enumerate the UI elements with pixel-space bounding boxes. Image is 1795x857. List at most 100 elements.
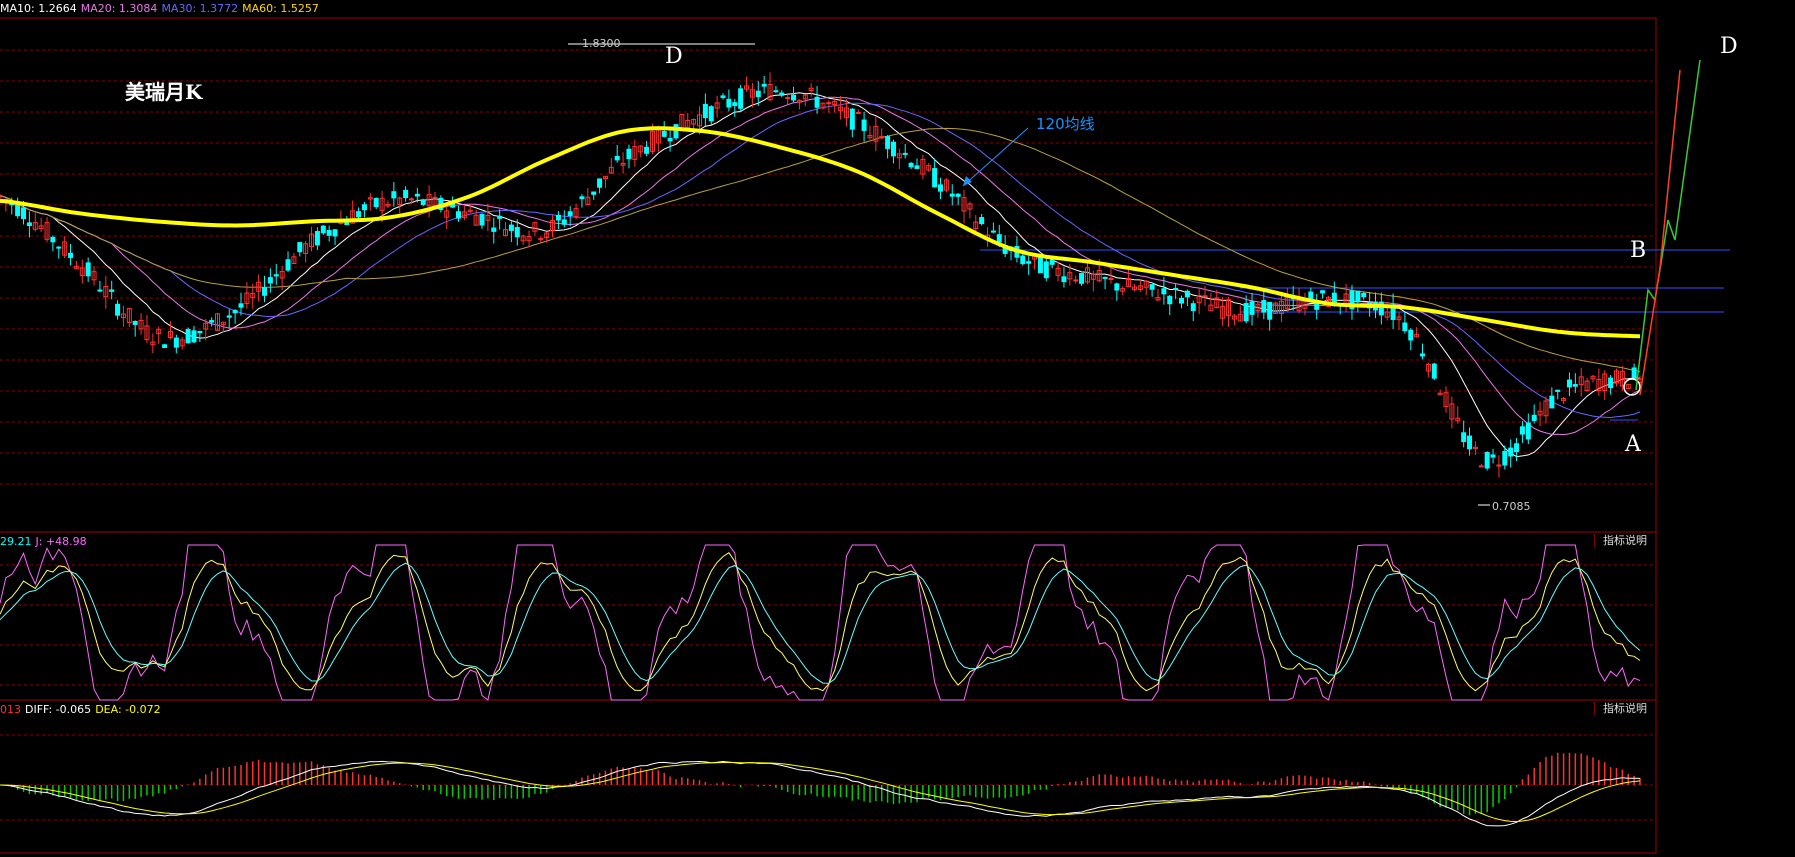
candle-body xyxy=(1420,353,1426,357)
candle-body xyxy=(1073,279,1079,282)
candle-body xyxy=(855,112,861,115)
candle-body xyxy=(567,211,573,217)
projection-red xyxy=(1639,69,1681,396)
candle-body xyxy=(1508,447,1514,457)
candle-body xyxy=(1202,295,1208,298)
grid xyxy=(0,17,1730,854)
candle-body xyxy=(1555,389,1561,392)
candle-body xyxy=(420,199,426,205)
candle-body xyxy=(1461,432,1467,443)
candle-body xyxy=(849,108,855,130)
candle-body xyxy=(1026,261,1032,264)
candle-body xyxy=(791,94,797,101)
annotation-d-right: D xyxy=(1720,34,1738,59)
candle-body xyxy=(938,184,944,192)
candle-body xyxy=(996,234,1002,243)
candle-body xyxy=(1361,292,1367,298)
candle-body xyxy=(1161,288,1167,295)
macd-legend-item-2: DEA: -0.072 xyxy=(95,703,161,716)
candle-body xyxy=(285,259,291,271)
candle-body xyxy=(314,231,320,246)
candle-body xyxy=(1261,300,1267,313)
candle-body xyxy=(97,289,103,292)
candle-body xyxy=(26,222,32,227)
candle-body xyxy=(173,337,179,348)
candle-body xyxy=(514,227,520,238)
candle-body xyxy=(1190,303,1196,311)
kdj-legend: 29.21 J: +48.98 xyxy=(0,535,91,548)
ma-legend-item-3: MA60: 1.5257 xyxy=(242,2,319,15)
candle-body xyxy=(1531,414,1537,422)
ma-legend-item-1: MA20: 1.3084 xyxy=(80,2,158,15)
candle-body xyxy=(785,97,791,100)
candle-body xyxy=(109,289,115,292)
kdj-legend-item-0: 29.21 xyxy=(0,535,32,548)
stock-title: 美瑞月K xyxy=(125,80,203,104)
candle-body xyxy=(890,141,896,157)
candle-body xyxy=(1043,261,1049,279)
candle-body xyxy=(85,262,91,277)
candle-body xyxy=(414,193,420,197)
ma10-line xyxy=(0,92,1641,458)
candles xyxy=(0,72,1643,478)
candle-body xyxy=(1320,290,1326,294)
candle-body xyxy=(914,165,920,169)
candle-body xyxy=(885,136,891,149)
ma120-label: 120均线 xyxy=(1036,115,1095,133)
candle-body xyxy=(826,102,832,105)
candle-body xyxy=(408,198,414,201)
candle-body xyxy=(1502,450,1508,466)
candle-body xyxy=(162,344,168,349)
annotation-a: A xyxy=(1625,432,1641,457)
candle-body xyxy=(738,88,744,109)
candle-body xyxy=(361,204,367,211)
candle-body xyxy=(273,274,279,277)
low-price-label: 0.7085 xyxy=(1492,500,1531,513)
candle-body xyxy=(1402,322,1408,332)
candle-body xyxy=(1249,301,1255,315)
candle-body xyxy=(979,217,985,225)
candle-body xyxy=(403,189,409,199)
candle-body xyxy=(990,230,996,233)
candle-body xyxy=(356,211,362,218)
candle-body xyxy=(1408,329,1414,341)
candle-body xyxy=(68,252,74,258)
candle-body xyxy=(579,196,585,200)
kdj-explain-button[interactable]: 指标说明 xyxy=(1594,534,1655,548)
candle-body xyxy=(191,330,197,343)
ma-legend: MA10: 1.2664 MA20: 1.3084 MA30: 1.3772 MA60… xyxy=(0,2,323,15)
candle-body xyxy=(332,229,338,237)
candle-body xyxy=(1079,273,1085,284)
candle-body xyxy=(1484,452,1490,469)
annotation-b: B xyxy=(1630,238,1647,263)
candle-body xyxy=(326,230,332,236)
candle-body xyxy=(1478,465,1484,468)
candle-body xyxy=(902,152,908,155)
ma120-thick-line xyxy=(0,126,1641,339)
kdj-j-line xyxy=(0,544,1641,701)
candle-body xyxy=(597,178,603,188)
candle-body xyxy=(1167,295,1173,305)
candle-body xyxy=(708,106,714,122)
candle-body xyxy=(497,215,503,219)
candle-body xyxy=(479,213,485,226)
ma120-arrow xyxy=(962,127,1029,187)
macd-dea-line xyxy=(0,761,1641,823)
high-price-label: 1.8300 xyxy=(582,37,621,50)
candle-body xyxy=(1114,283,1120,291)
candle-body xyxy=(908,162,914,168)
candle-body xyxy=(197,330,203,334)
candle-body xyxy=(1184,290,1190,298)
annotation-d-top: D xyxy=(665,44,683,69)
ma120-line xyxy=(0,126,1641,339)
macd-explain-button[interactable]: 指标说明 xyxy=(1594,702,1655,716)
macd-legend-item-1: DIFF: -0.065 xyxy=(25,703,92,716)
macd-diff-line xyxy=(0,760,1641,827)
candle-body xyxy=(491,227,497,232)
candle-body xyxy=(132,320,138,325)
candle-body xyxy=(1549,395,1555,409)
candle-body xyxy=(732,102,738,107)
candle-body xyxy=(508,224,514,231)
candle-body xyxy=(949,193,955,197)
candle-body xyxy=(209,320,215,323)
